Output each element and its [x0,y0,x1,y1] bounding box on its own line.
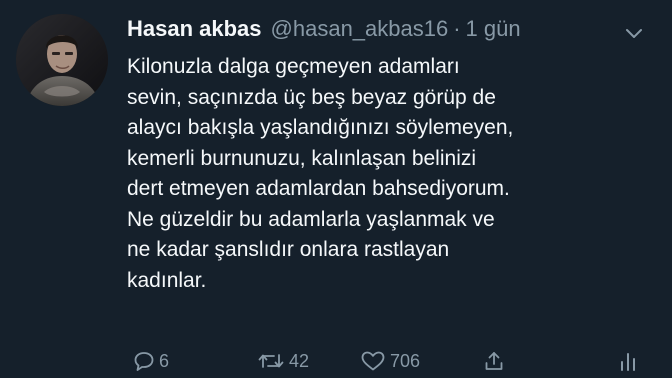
tweet-actions: 6 42 706 [127,348,657,378]
tweet-text-line: Kilonuzla dalga geçmeyen adamları [127,55,460,78]
retweet-icon [258,354,284,368]
tweet-text-line: alaycı bakışla yaşlandığınızı söylemeyen… [127,116,514,139]
tweet-text-line: kadınlar. [127,268,207,292]
analytics-icon [621,353,635,371]
retweet-count: 42 [289,350,310,371]
tweet-timestamp[interactable]: 1 gün [466,16,521,42]
user-handle[interactable]: @hasan_akbas16 [271,16,449,42]
tweet-text-line: sevin, saçınızda üç beş beyaz görüp de [127,85,496,109]
tweet-text-line: kemerli burnunuzu, kalınlaşan belinizi [127,146,477,170]
like-button[interactable]: 706 [360,348,420,374]
like-icon [361,351,385,371]
display-name[interactable]: Hasan akbas [127,16,262,42]
analytics-button[interactable] [617,348,639,374]
tweet[interactable]: Hasan akbas @hasan_akbas16 · 1 gün Kilon… [0,0,672,378]
like-count: 706 [390,350,421,371]
retweet-button[interactable]: 42 [257,348,309,374]
tweet-text-line: dert etmeyen adamlardan bahsediyorum. [127,177,510,200]
tweet-text: Kilonuzla dalga geçmeyen adamları sevin,… [127,52,657,296]
share-button[interactable] [483,348,505,374]
avatar[interactable] [16,14,108,106]
tweet-header: Hasan akbas @hasan_akbas16 · 1 gün [127,16,521,46]
reply-count: 6 [159,350,170,371]
tweet-text-line: ne kadar şanslıdır onlara rastlayan [127,238,450,261]
reply-icon [134,352,154,371]
avatar-photo [16,14,108,106]
reply-button[interactable]: 6 [133,348,169,374]
share-icon [485,352,503,370]
header-separator: · [453,16,461,41]
tweet-text-line: Ne güzeldir bu adamlarla yaşlanmak ve [127,207,495,231]
chevron-down-icon[interactable] [624,27,644,41]
